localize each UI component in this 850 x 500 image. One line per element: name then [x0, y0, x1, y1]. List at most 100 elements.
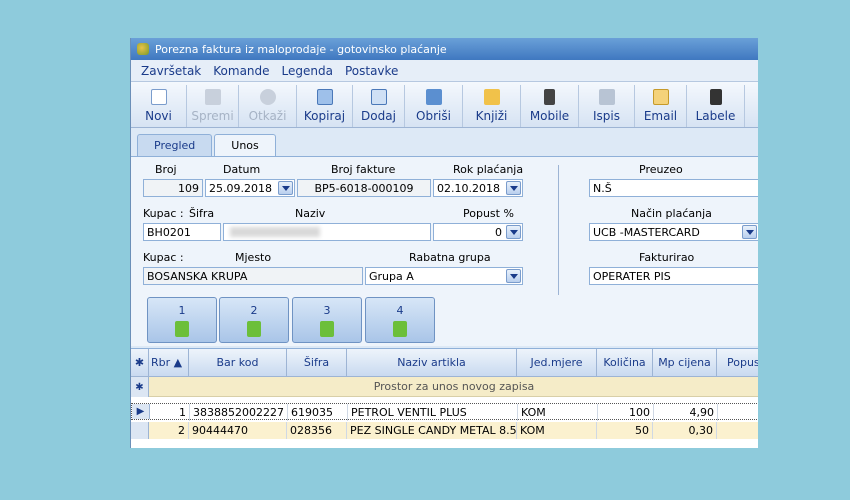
- dodaj-button[interactable]: Dodaj: [353, 85, 405, 127]
- broj-fakture-label: Broj fakture: [331, 163, 396, 176]
- kopiraj-button[interactable]: Kopiraj: [297, 85, 353, 127]
- new-row-asterisk-icon: ✱: [131, 377, 149, 397]
- rabatna-grupa-label: Rabatna grupa: [409, 251, 491, 264]
- scissors-icon: [259, 89, 276, 105]
- kupac-label: Kupac :: [143, 207, 184, 220]
- mobile-button[interactable]: Mobile: [521, 85, 579, 127]
- pump-button-2[interactable]: 2: [219, 297, 289, 343]
- col-header-cijena[interactable]: Mp cijena: [653, 349, 717, 377]
- film-label-icon: [709, 89, 722, 105]
- sifra-field[interactable]: BH0201: [143, 223, 221, 241]
- tab-pregled[interactable]: Pregled: [137, 134, 213, 156]
- title-bar: Porezna faktura iz maloprodaje - gotovin…: [131, 38, 758, 60]
- rabatna-dropdown-icon[interactable]: [506, 269, 521, 283]
- table-row[interactable]: ▶ 1 3838852002227 619035 PETROL VENTIL P…: [131, 403, 758, 421]
- fuel-pump-icon: [393, 320, 407, 337]
- table-row[interactable]: 2 90444470 028356 PEZ SINGLE CANDY METAL…: [131, 422, 758, 439]
- trash-icon: [425, 89, 442, 105]
- knjizi-label: Knjiži: [475, 109, 508, 123]
- mjesto-field: BOSANSKA KRUPA: [143, 267, 363, 285]
- col-header-jed[interactable]: Jed.mjere: [517, 349, 597, 377]
- nacin-value: UCB -MASTERCARD: [593, 226, 700, 239]
- fuel-pump-icon: [320, 320, 334, 337]
- save-icon: [204, 89, 221, 105]
- rok-placanja-field[interactable]: 02.10.2018: [433, 179, 523, 197]
- pump-button-1[interactable]: 1: [147, 297, 217, 343]
- naziv-field[interactable]: [223, 223, 431, 241]
- cell-sifra: 619035: [288, 404, 348, 421]
- labele-label: Labele: [695, 109, 736, 123]
- col-header-naziv[interactable]: Naziv artikla: [347, 349, 517, 377]
- tab-unos[interactable]: Unos: [214, 134, 276, 156]
- rabatna-value: Grupa A: [369, 270, 414, 283]
- add-document-icon: [370, 89, 387, 105]
- fakturirao-field[interactable]: OPERATER PIS: [589, 267, 758, 285]
- spremi-button[interactable]: Spremi: [187, 85, 239, 127]
- email-button[interactable]: Email: [635, 85, 687, 127]
- toolbar: Novi Spremi Otkaži Kopiraj Dodaj Obriši …: [131, 82, 758, 128]
- col-header-popust[interactable]: Popust: [717, 349, 758, 377]
- cell-kolicina: 100: [598, 404, 654, 421]
- cell-naziv: PETROL VENTIL PLUS: [348, 404, 518, 421]
- rok-value: 02.10.2018: [437, 182, 500, 195]
- datum-value: 25.09.2018: [209, 182, 272, 195]
- ispis-button[interactable]: Ispis: [579, 85, 635, 127]
- knjizi-button[interactable]: Knjiži: [463, 85, 521, 127]
- rabatna-grupa-select[interactable]: Grupa A: [365, 267, 523, 285]
- cell-cijena: 0,30: [653, 422, 717, 439]
- invoice-window: Porezna faktura iz maloprodaje - gotovin…: [130, 38, 758, 448]
- spremi-label: Spremi: [191, 109, 234, 123]
- popust-spinner-icon[interactable]: [506, 225, 521, 239]
- novi-button[interactable]: Novi: [131, 85, 187, 127]
- fuel-pump-icon: [247, 320, 261, 337]
- naziv-label: Naziv: [295, 207, 326, 220]
- datum-label: Datum: [223, 163, 261, 176]
- menu-zavrsetak[interactable]: Završetak: [141, 64, 201, 78]
- printer-icon: [598, 89, 615, 105]
- pump-button-4[interactable]: 4: [365, 297, 435, 343]
- cell-rbr: 1: [150, 404, 190, 421]
- email-icon: [652, 89, 669, 105]
- col-header-rbr[interactable]: Rbr ▲: [149, 349, 189, 377]
- preuzeo-field[interactable]: N.Š: [589, 179, 758, 197]
- kopiraj-label: Kopiraj: [303, 109, 346, 123]
- nacin-placanja-select[interactable]: UCB -MASTERCARD: [589, 223, 758, 241]
- lock-icon: [483, 89, 500, 105]
- obrisi-label: Obriši: [416, 109, 451, 123]
- copy-icon: [316, 89, 333, 105]
- col-header-sifra[interactable]: Šifra: [287, 349, 347, 377]
- cell-barkod: 3838852002227: [190, 404, 288, 421]
- labele-button[interactable]: Labele: [687, 85, 745, 127]
- otkazi-button[interactable]: Otkaži: [239, 85, 297, 127]
- new-record-row[interactable]: Prostor za unos novog zapisa: [149, 377, 758, 397]
- datum-dropdown-icon[interactable]: [278, 181, 293, 195]
- col-header-barkod[interactable]: Bar kod: [189, 349, 287, 377]
- kupac2-label: Kupac :: [143, 251, 184, 264]
- preuzeo-label: Preuzeo: [639, 163, 683, 176]
- menu-postavke[interactable]: Postavke: [345, 64, 398, 78]
- popust-field[interactable]: 0: [433, 223, 523, 241]
- menu-legenda[interactable]: Legenda: [282, 64, 333, 78]
- dodaj-label: Dodaj: [361, 109, 396, 123]
- cell-naziv: PEZ SINGLE CANDY METAL 8.5GR: [347, 422, 517, 439]
- datum-field[interactable]: 25.09.2018: [205, 179, 295, 197]
- window-title: Porezna faktura iz maloprodaje - gotovin…: [155, 42, 447, 56]
- pump-button-3[interactable]: 3: [292, 297, 362, 343]
- popust-value: 0: [495, 226, 502, 239]
- menu-komande[interactable]: Komande: [213, 64, 269, 78]
- form-separator: [558, 165, 559, 295]
- redacted-name-blur: [230, 227, 320, 237]
- grid-corner-asterisk-icon: ✱: [131, 349, 149, 377]
- cell-barkod: 90444470: [189, 422, 287, 439]
- novi-label: Novi: [145, 109, 172, 123]
- col-header-kolicina[interactable]: Količina: [597, 349, 653, 377]
- tab-strip: Pregled Unos: [137, 134, 278, 156]
- pump-1-label: 1: [178, 303, 186, 317]
- items-grid: ✱ Rbr ▲ Bar kod Šifra Naziv artikla Jed.…: [131, 348, 758, 448]
- broj-field: 109: [143, 179, 203, 197]
- rok-dropdown-icon[interactable]: [506, 181, 521, 195]
- obrisi-button[interactable]: Obriši: [405, 85, 463, 127]
- nacin-dropdown-icon[interactable]: [742, 225, 757, 239]
- cell-rbr: 2: [149, 422, 189, 439]
- rok-placanja-label: Rok plaćanja: [453, 163, 524, 176]
